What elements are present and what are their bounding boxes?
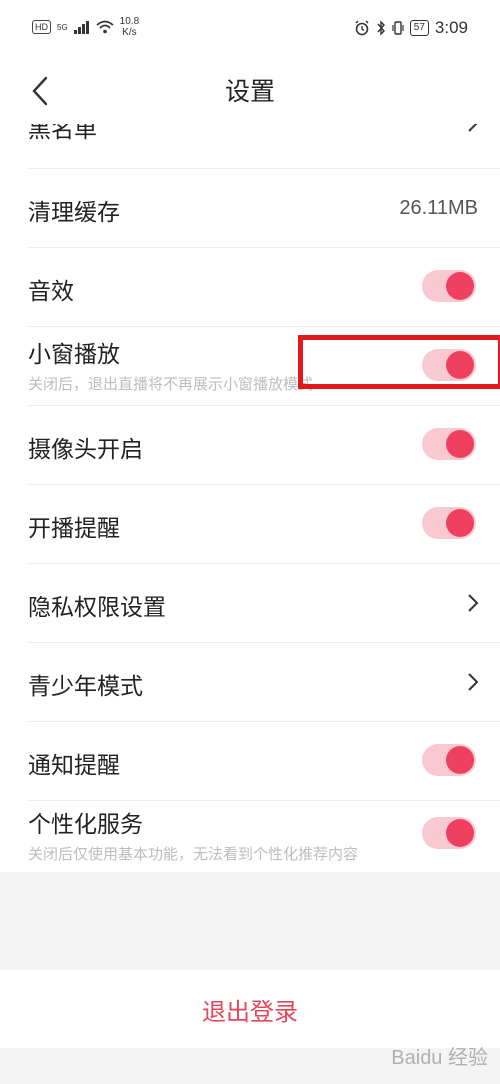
status-left: HD 5G 10.8 K/s — [32, 16, 139, 38]
setting-row-teen-mode[interactable]: 青少年模式 — [0, 643, 500, 721]
toggle-knob — [446, 819, 474, 847]
setting-row-clear-cache[interactable]: 清理缓存 26.11MB — [0, 169, 500, 247]
setting-row-sound: 音效 — [0, 248, 500, 326]
page-title: 设置 — [224, 77, 275, 106]
toggle-knob — [446, 272, 474, 300]
logout-button[interactable]: 退出登录 — [0, 992, 500, 1027]
chevron-right-icon — [468, 673, 479, 691]
live-reminder-label: 开播提醒 — [28, 516, 120, 542]
alarm-icon — [355, 20, 369, 36]
toggle-knob — [446, 509, 474, 537]
sound-toggle[interactable] — [422, 270, 476, 302]
speed-value: 10.8 — [119, 16, 140, 27]
hd-badge: HD — [32, 20, 51, 34]
chevron-right-icon — [468, 124, 478, 132]
logout-section: 退出登录 — [0, 970, 500, 1048]
settings-list: 黑名单 清理缓存 26.11MB 音效 小窗播放 关闭后，退出直播将不再展示小窗… — [0, 124, 500, 872]
mini-window-label: 小窗播放 — [28, 342, 120, 368]
setting-row-notifications: 通知提醒 — [0, 722, 500, 800]
toggle-knob — [446, 746, 474, 774]
setting-row-camera: 摄像头开启 — [0, 406, 500, 484]
status-bar: HD 5G 10.8 K/s 57 3:09 — [0, 0, 500, 58]
setting-row-privacy[interactable]: 隐私权限设置 — [0, 564, 500, 642]
camera-toggle[interactable] — [422, 428, 476, 460]
watermark: Baidu 经验 — [391, 1047, 488, 1069]
network-type: 5G — [57, 22, 68, 32]
notifications-toggle[interactable] — [422, 744, 476, 776]
chevron-right-icon — [468, 594, 479, 612]
battery-indicator: 57 — [409, 20, 429, 36]
clock: 3:09 — [434, 18, 468, 37]
header: 设置 — [0, 58, 500, 124]
wifi-icon — [96, 20, 114, 34]
personalized-description: 关闭后仅使用基本功能，无法看到个性化推荐内容 — [28, 845, 359, 863]
live-reminder-toggle[interactable] — [422, 507, 476, 539]
blacklist-label: 黑名单 — [28, 124, 97, 143]
mini-window-description: 关闭后，退出直播将不再展示小窗播放模式 — [28, 375, 314, 393]
setting-row-blacklist[interactable]: 黑名单 — [0, 124, 500, 168]
camera-label: 摄像头开启 — [28, 437, 143, 463]
personalized-label: 个性化服务 — [28, 812, 143, 838]
privacy-label: 隐私权限设置 — [28, 595, 166, 621]
toggle-knob — [446, 430, 474, 458]
signal-icon — [73, 20, 89, 34]
network-speed: 10.8 K/s — [120, 16, 139, 38]
highlight-box — [298, 335, 500, 389]
notifications-label: 通知提醒 — [28, 753, 120, 779]
vibrate-icon — [392, 21, 404, 35]
setting-row-live-reminder: 开播提醒 — [0, 485, 500, 563]
sound-label: 音效 — [28, 279, 74, 305]
speed-unit: K/s — [122, 27, 137, 38]
personalized-toggle[interactable] — [422, 817, 476, 849]
cache-size-value: 26.11MB — [399, 197, 478, 219]
status-right: 57 3:09 — [354, 18, 468, 38]
teen-mode-label: 青少年模式 — [28, 674, 143, 700]
clear-cache-label: 清理缓存 — [28, 200, 120, 226]
setting-row-personalized: 个性化服务 关闭后仅使用基本功能，无法看到个性化推荐内容 — [0, 801, 500, 871]
bluetooth-icon — [377, 20, 385, 36]
